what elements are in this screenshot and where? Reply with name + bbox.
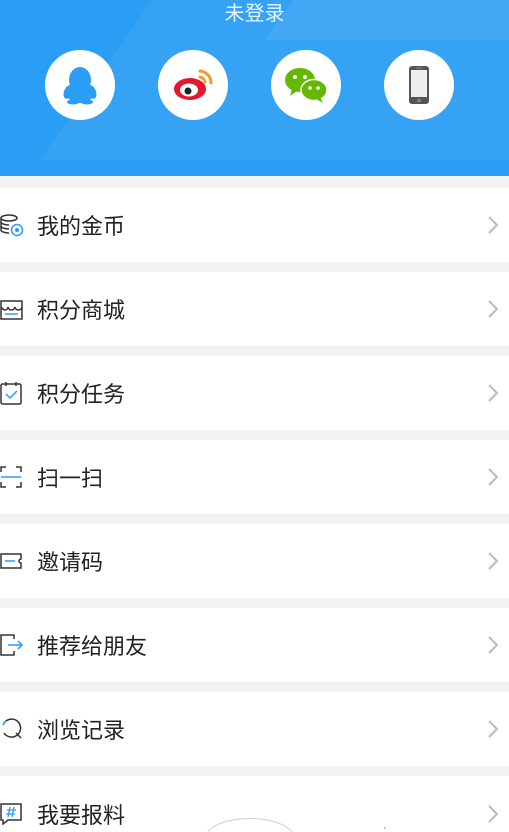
decorative-dot bbox=[384, 827, 386, 829]
scan-icon bbox=[0, 466, 22, 488]
menu-item-label: 邀请码 bbox=[37, 551, 104, 576]
weibo-icon bbox=[174, 69, 213, 100]
wechat-icon bbox=[285, 68, 328, 103]
menu-item-label: 我要报料 bbox=[37, 804, 126, 829]
login-header: 未登录 bbox=[0, 0, 509, 176]
chevron-right-icon bbox=[488, 636, 499, 654]
chevron-right-icon bbox=[488, 468, 499, 486]
ticket-icon bbox=[0, 553, 22, 569]
phone-icon bbox=[409, 66, 429, 104]
menu-item-my-coins[interactable]: 我的金币 bbox=[0, 188, 509, 262]
task-calendar-icon bbox=[0, 382, 22, 405]
login-status-title[interactable]: 未登录 bbox=[0, 0, 509, 26]
chevron-right-icon bbox=[488, 216, 499, 234]
chevron-right-icon bbox=[488, 552, 499, 570]
menu-item-points-mall[interactable]: 积分商城 bbox=[0, 272, 509, 346]
chevron-right-icon bbox=[488, 384, 499, 402]
menu-item-invite-code[interactable]: 邀请码 bbox=[0, 524, 509, 598]
menu-item-label: 浏览记录 bbox=[37, 719, 126, 744]
menu-item-label: 积分商城 bbox=[37, 299, 126, 324]
weibo-login-button[interactable] bbox=[158, 50, 228, 120]
menu-item-points-tasks[interactable]: 积分任务 bbox=[0, 356, 509, 430]
wechat-login-button[interactable] bbox=[271, 50, 341, 120]
history-icon bbox=[2, 718, 22, 739]
qq-penguin-icon bbox=[63, 67, 97, 105]
qq-login-button[interactable] bbox=[45, 50, 115, 120]
share-icon bbox=[0, 634, 24, 656]
coins-icon bbox=[0, 214, 24, 237]
chevron-right-icon bbox=[488, 720, 499, 738]
menu-item-label: 扫一扫 bbox=[37, 467, 104, 492]
menu-item-browse-history[interactable]: 浏览记录 bbox=[0, 692, 509, 766]
menu-item-label: 推荐给朋友 bbox=[37, 635, 148, 660]
menu-item-scan[interactable]: 扫一扫 bbox=[0, 440, 509, 514]
chevron-right-icon bbox=[488, 805, 499, 823]
menu-item-label: 我的金币 bbox=[37, 215, 126, 240]
store-icon bbox=[0, 300, 23, 320]
chevron-right-icon bbox=[488, 300, 499, 318]
menu-item-recommend-friends[interactable]: 推荐给朋友 bbox=[0, 608, 509, 682]
hashtag-icon bbox=[0, 803, 22, 826]
menu-item-label: 积分任务 bbox=[37, 383, 126, 408]
phone-login-button[interactable] bbox=[384, 50, 454, 120]
